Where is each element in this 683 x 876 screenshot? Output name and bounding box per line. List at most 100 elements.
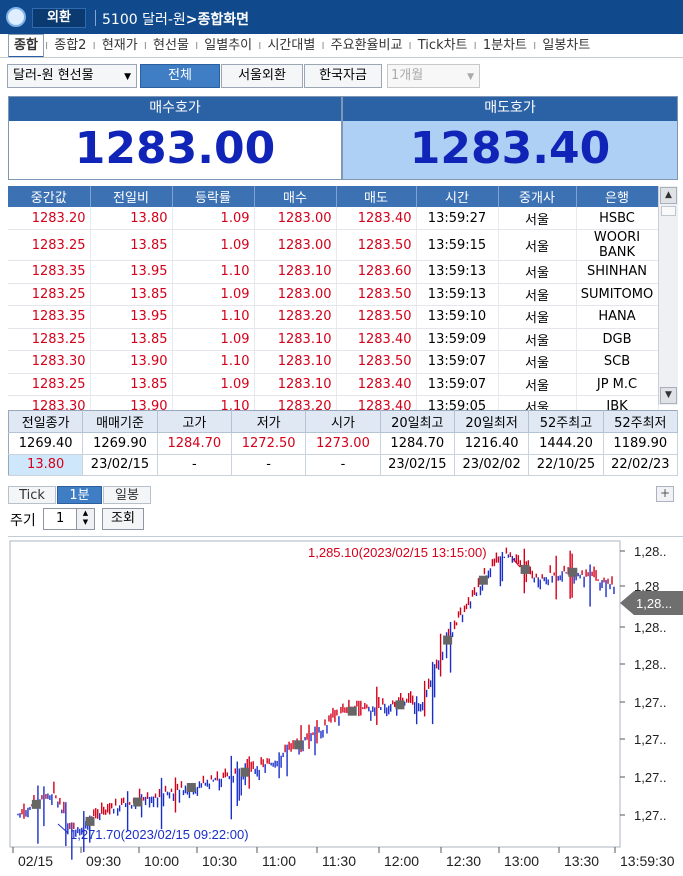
table-cell: 1283.25 — [8, 283, 91, 306]
fx-badge: 외환 — [32, 8, 86, 28]
x-tick-label: 12:30 — [446, 853, 481, 869]
min-annotation: 1,271.70(2023/02/15 09:22:00) — [70, 827, 249, 842]
chart-tab-daily[interactable]: 일봉 — [103, 486, 151, 504]
summary-column-header: 시가 — [305, 410, 381, 433]
summary-cell: 1284.70 — [380, 432, 455, 455]
chart-tab-1min[interactable]: 1분 — [57, 486, 102, 504]
scroll-up-icon[interactable]: ▲ — [660, 187, 677, 204]
price-chart[interactable]: 1,28.. 1,28 1,28.. 1,28.. 1,27.. 1,27.. 1,27..… — [8, 536, 683, 872]
trades-column-header: 등락률 — [172, 186, 255, 207]
table-row[interactable]: 1283.20 13.80 1.09 1283.00 1283.40 13:59:27 서울… — [8, 207, 659, 230]
summary-column-header: 20일최고 — [380, 410, 455, 433]
table-row[interactable]: 1283.25 13.85 1.09 1283.10 1283.40 13:59:09 서울… — [8, 328, 659, 351]
tab-item[interactable]: 일별추이 — [199, 35, 257, 57]
product-select[interactable]: 달러-원 현선물 ▼ — [7, 64, 137, 88]
tab-item[interactable]: 종합2 — [49, 35, 91, 57]
y-tick-label: 1,28.. — [634, 620, 667, 635]
summary-cell: 1444.20 — [528, 432, 604, 455]
tab-item[interactable]: 일봉차트 — [537, 35, 595, 57]
table-cell: 13:59:09 — [416, 328, 499, 351]
table-cell: 1283.20 — [8, 207, 91, 230]
table-cell: 1.10 — [172, 350, 255, 374]
summary-cell: - — [305, 454, 381, 476]
summary-cell: 22/10/25 — [528, 454, 604, 476]
trades-column-header: 매도 — [336, 186, 417, 207]
product-select-value: 달러-원 현선물 — [13, 68, 94, 83]
table-row[interactable]: 1283.35 13.95 1.10 1283.10 1283.60 13:59:13 서울… — [8, 260, 659, 284]
ask-label: 매도호가 — [343, 97, 677, 121]
table-cell: 서울 — [498, 229, 577, 261]
table-cell: 1283.30 — [8, 350, 91, 374]
table-cell: 1283.25 — [8, 373, 91, 396]
period-stepper[interactable]: 1 ▲ ▼ — [43, 508, 95, 530]
table-cell: 13:59:27 — [416, 207, 499, 230]
trades-column-header: 전일비 — [90, 186, 173, 207]
tab-item[interactable]: 시간대별 — [262, 35, 320, 57]
trend-marker — [133, 797, 143, 807]
trend-marker — [478, 575, 488, 585]
stepper-arrows-icon[interactable]: ▲ ▼ — [76, 509, 94, 529]
scroll-thumb[interactable] — [661, 206, 676, 216]
table-row[interactable]: 1283.35 13.95 1.10 1283.20 1283.50 13:59:10 서울… — [8, 305, 659, 329]
y-tick-label: 1,27.. — [634, 770, 667, 785]
x-tick-label: 02/15 — [18, 853, 53, 869]
trades-scrollbar[interactable]: ▲ ▼ — [658, 186, 678, 405]
table-cell: 13:59:13 — [416, 283, 499, 306]
tab-item[interactable]: 현재가 — [97, 35, 143, 57]
summary-cell: 1269.90 — [82, 432, 158, 455]
table-cell: 1283.00 — [254, 283, 337, 306]
table-cell: 1283.10 — [254, 328, 337, 351]
expand-icon[interactable]: + — [656, 486, 674, 502]
summary-cell: 1273.00 — [305, 432, 381, 455]
ask-quote-panel: 매도호가 1283.40 — [342, 96, 678, 180]
x-tick-label: 11:30 — [322, 853, 356, 869]
table-cell: 13.95 — [90, 305, 173, 329]
lookup-button[interactable]: 조회 — [102, 508, 144, 530]
table-cell: 1283.00 — [254, 229, 337, 261]
tab-item[interactable]: 종합 — [8, 34, 44, 57]
table-cell: 13.90 — [90, 350, 173, 374]
tab-item[interactable]: Tick차트 — [413, 35, 473, 57]
table-cell: 13:59:10 — [416, 305, 499, 329]
table-row[interactable]: 1283.25 13.85 1.09 1283.00 1283.50 13:59:15 서울… — [8, 229, 659, 261]
table-cell: 1283.25 — [8, 229, 91, 261]
trades-column-header: 은행 — [576, 186, 659, 207]
table-cell: 1283.40 — [336, 207, 417, 230]
table-row[interactable]: 1283.25 13.85 1.09 1283.00 1283.50 13:59:13 서울… — [8, 283, 659, 306]
table-row[interactable]: 1283.30 13.90 1.10 1283.10 1283.50 13:59:07 서울… — [8, 350, 659, 374]
tab-item[interactable]: 주요환율비교 — [326, 35, 408, 57]
summary-column-header: 52주최저 — [603, 410, 679, 433]
table-cell: 1283.60 — [336, 260, 417, 284]
table-cell: 13.80 — [90, 207, 173, 230]
x-tick-label: 10:00 — [144, 853, 179, 869]
summary-column-header: 전일종가 — [8, 410, 84, 433]
table-cell: 13.85 — [90, 283, 173, 306]
period-stepper-value: 1 — [56, 511, 65, 526]
trend-marker — [395, 700, 405, 710]
screen-product: 달러-원 — [142, 12, 186, 28]
trend-marker — [520, 564, 530, 574]
table-cell: 13:59:07 — [416, 350, 499, 374]
app-logo-icon — [6, 7, 26, 27]
tab-item[interactable]: 1분차트 — [478, 35, 532, 57]
summary-cell: 23/02/15 — [82, 454, 158, 476]
chevron-down-icon: ▼ — [124, 72, 131, 82]
summary-column-header: 20일최저 — [454, 410, 530, 433]
table-row[interactable]: 1283.25 13.85 1.09 1283.10 1283.40 13:59:07 서울… — [8, 373, 659, 396]
tab-item[interactable]: 현선물 — [148, 35, 194, 57]
period-select[interactable]: 1개월 ▼ — [387, 64, 480, 88]
table-cell: 서울 — [498, 260, 577, 284]
chart-tab-tick[interactable]: Tick — [8, 486, 56, 504]
filter-all-button[interactable]: 전체 — [140, 64, 220, 88]
title-separator — [95, 10, 96, 26]
y-tick-label: 1,27.. — [634, 808, 667, 823]
filter-seoul-fx-button[interactable]: 서울외환 — [221, 64, 303, 88]
x-tick-label: 13:59:30 — [620, 853, 675, 869]
table-cell: 13.85 — [90, 229, 173, 261]
filter-korea-money-button[interactable]: 한국자금 — [304, 64, 382, 88]
summary-cell: - — [231, 454, 307, 476]
scroll-down-icon[interactable]: ▼ — [660, 387, 677, 404]
table-cell: DGB — [576, 328, 659, 351]
summary-cell: 13.80 — [8, 454, 84, 476]
y-tick-label: 1,28.. — [634, 544, 667, 559]
